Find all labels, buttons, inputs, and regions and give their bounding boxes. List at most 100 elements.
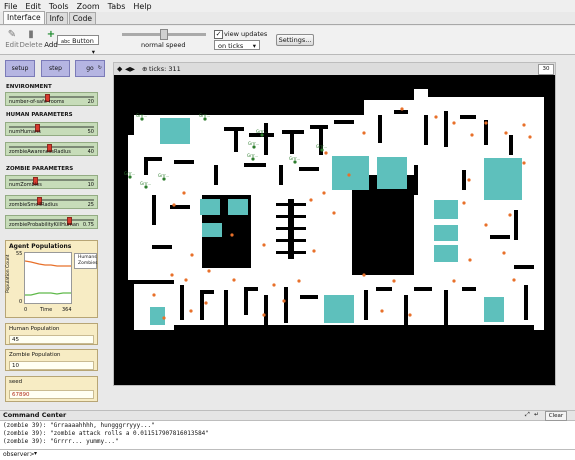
zombie-label: Grrr... — [136, 113, 147, 118]
speed-label: normal speed — [141, 41, 186, 49]
clear-icon[interactable]: ↵ — [534, 411, 539, 418]
expand-icon[interactable]: ⤢ — [525, 411, 530, 419]
go-label: go — [86, 65, 94, 72]
slider-track — [9, 219, 94, 221]
slider-value: 10 — [87, 182, 94, 188]
slider-value: 25 — [87, 202, 94, 208]
prompt-dropdown-icon[interactable]: ▾ — [34, 450, 37, 457]
building-floor — [128, 89, 544, 330]
speed-slider-knob[interactable] — [160, 29, 168, 40]
widget-type-value: Button — [72, 37, 94, 45]
monitor-title: Zombie Population — [9, 352, 61, 358]
slider-zombieAwarenessRadius[interactable]: zombieAwarenessRadius 40 — [5, 142, 98, 156]
add-label: Add — [44, 41, 58, 49]
observer-prompt[interactable]: observer> — [3, 451, 35, 458]
tab-bar: Interface Info Code — [0, 11, 575, 25]
step-button[interactable]: step — [41, 60, 70, 77]
menu-file[interactable]: File — [4, 2, 17, 11]
slider-value: 20 — [87, 99, 94, 105]
command-center: Command Center ⤢ ↵ Clear (zombie 39): "G… — [0, 410, 575, 460]
input-title: seed — [9, 379, 23, 385]
view-expand-icon[interactable]: ⊕ — [142, 65, 147, 73]
output-line: (zombie 39): "Grraaaahhhh, hungggrryyy..… — [3, 422, 155, 429]
left-widget-panel: setup step go ↻ ENVIRONMENT number-of-sa… — [3, 60, 106, 405]
zombie-label: Grrr... — [316, 144, 327, 149]
plot-ylabel-text: Population Count — [6, 254, 11, 293]
view-updates-label: view updates — [224, 30, 268, 38]
zombie-label: Grrr... — [158, 173, 169, 178]
seed-value[interactable]: 67890 — [9, 390, 94, 399]
command-input-row: observer> ▾ — [0, 449, 575, 460]
legend-zombies: Zombies — [78, 261, 98, 266]
view-zoom-icon[interactable]: ◀▶ — [125, 65, 135, 73]
slider-track — [9, 179, 94, 181]
slider-label: zombieAwarenessRadius — [9, 149, 71, 155]
plot-xlabel: Time — [40, 307, 53, 313]
human-population-monitor: Human Population 45 — [5, 323, 98, 345]
update-mode-value: on ticks — [218, 42, 244, 50]
plot-lines — [24, 260, 71, 296]
slider-numZombies[interactable]: numZombies 10 — [5, 175, 98, 189]
settings-button[interactable]: Settings... — [276, 34, 314, 46]
ticks-label: ticks: 311 — [149, 65, 181, 73]
slider-zombieProbabilityKillHuman[interactable]: zombieProbabilityKillHuman 0.75 — [5, 215, 98, 229]
zoom-field[interactable]: 30 — [538, 64, 554, 75]
toolbar: ✎ Edit ▮ Delete + Add abc Button ▾ norma… — [0, 26, 575, 56]
world-map[interactable]: Grrr... Grrr... Grrr... Grrr... Grrr... … — [114, 75, 555, 385]
plot-ymin: 0 — [19, 299, 23, 305]
output-line: (zombie 39): "Grrrr... yummy..." — [3, 438, 119, 445]
plot-title: Agent Populations — [9, 243, 72, 250]
zombie-label: Grrr... — [124, 171, 135, 176]
chevron-down-icon: ▾ — [91, 48, 95, 56]
update-mode-dropdown[interactable]: on ticks ▾ — [214, 40, 260, 50]
seed-input[interactable]: seed 67890 — [5, 376, 98, 402]
go-button[interactable]: go ↻ — [75, 60, 105, 77]
zombie-label: Grrr... — [247, 153, 258, 158]
slider-label: zombieProbabilityKillHuman — [9, 222, 80, 228]
slider-numHumans[interactable]: numHumans 50 — [5, 122, 98, 136]
monitor-value: 10 — [9, 361, 94, 370]
zombies-series-line — [25, 292, 71, 296]
slider-value: 50 — [87, 129, 94, 135]
agent-populations-plot: Agent Populations 55 0 Population Count … — [5, 240, 98, 318]
zombie-label: Grrr... — [248, 141, 259, 146]
tab-interface[interactable]: Interface — [3, 11, 45, 24]
slider-zombieSmellRadius[interactable]: zombieSmellRadius 25 — [5, 195, 98, 209]
command-output: (zombie 39): "Grraaaahhhh, hungggrryyy..… — [3, 422, 209, 446]
menu-bar: File Edit Tools Zoom Tabs Help — [0, 0, 575, 12]
clear-button[interactable]: Clear — [545, 411, 567, 421]
zombie-label: Grrr... — [256, 129, 267, 134]
command-center-title: Command Center — [3, 411, 67, 419]
setup-button[interactable]: setup — [5, 60, 35, 77]
monitor-title: Human Population — [9, 326, 60, 332]
plot-xmin: 0 — [24, 307, 28, 313]
menu-help[interactable]: Help — [133, 2, 151, 11]
slider-label: numZombies — [9, 182, 42, 188]
widget-type-icon: abc — [61, 39, 70, 45]
menu-zoom[interactable]: Zoom — [77, 2, 100, 11]
legend-humans: Humans — [78, 255, 97, 260]
slider-number-of-safe-rooms[interactable]: number-of-safe-rooms 20 — [5, 92, 98, 106]
view-updates-checkbox[interactable]: ✓ — [214, 30, 223, 39]
tab-info[interactable]: Info — [45, 12, 68, 24]
slider-track — [9, 199, 94, 201]
zombie-label: Grrr... — [289, 156, 300, 161]
plot-area — [24, 252, 72, 304]
slider-label: number-of-safe-rooms — [9, 99, 65, 105]
tab-code[interactable]: Code — [68, 12, 96, 24]
environment-header: ENVIRONMENT — [6, 84, 52, 90]
slider-value: 40 — [87, 149, 94, 155]
zombie-label: Grrr... — [140, 181, 151, 186]
widget-type-dropdown[interactable]: abc Button ▾ — [57, 35, 99, 56]
slider-track — [9, 126, 94, 128]
menu-tools[interactable]: Tools — [49, 2, 69, 11]
zombie-label: Grrr... — [199, 113, 210, 118]
forever-icon: ↻ — [97, 65, 102, 71]
slider-label: numHumans — [9, 129, 41, 135]
view-arrows-icon[interactable]: ◆ — [117, 65, 122, 73]
menu-tabs[interactable]: Tabs — [108, 2, 126, 11]
menu-edit[interactable]: Edit — [25, 2, 41, 11]
plot-ymax: 55 — [16, 251, 23, 257]
zombie-parameters-header: ZOMBIE PARAMETERS — [6, 166, 74, 172]
command-input[interactable] — [42, 451, 567, 458]
